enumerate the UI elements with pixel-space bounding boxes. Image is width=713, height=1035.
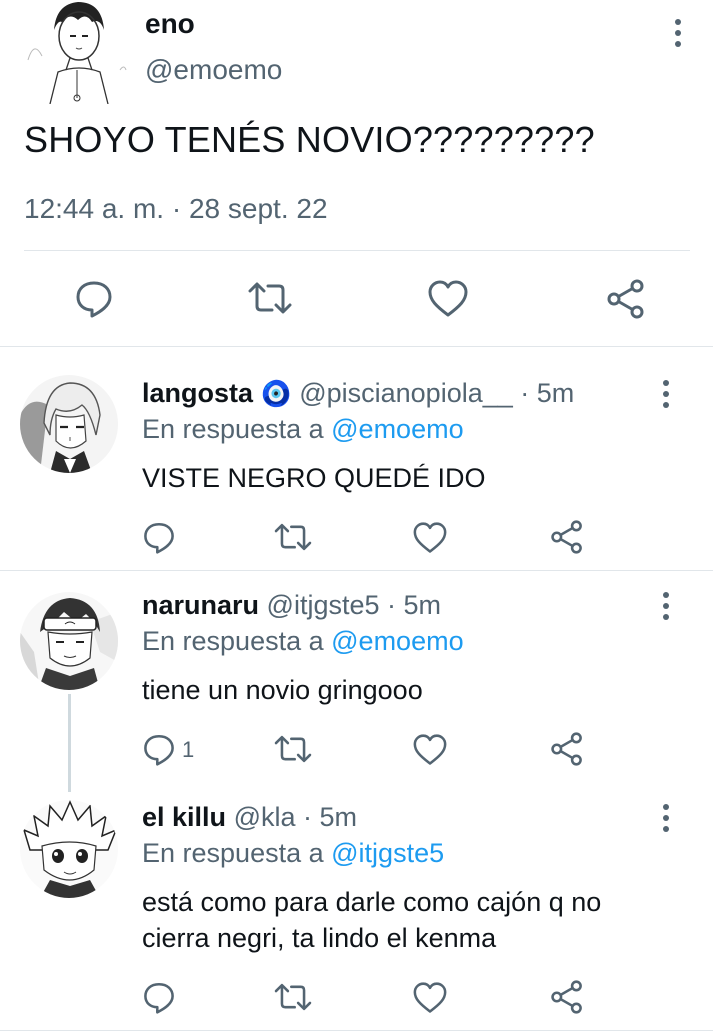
author-name[interactable]: narunaru xyxy=(142,590,259,620)
author-handle[interactable]: @emoemo xyxy=(145,54,282,86)
reply-prefix: En respuesta a xyxy=(142,838,324,868)
tweet-time: · 5m xyxy=(387,590,442,620)
tweet-time: · 5m xyxy=(520,378,575,408)
retweet-icon[interactable] xyxy=(274,520,314,560)
share-icon[interactable] xyxy=(550,732,590,772)
reply-prefix: En respuesta a xyxy=(142,414,324,444)
avatar[interactable] xyxy=(20,800,118,898)
tweet-text: tiene un novio gringooo xyxy=(142,675,423,705)
avatar[interactable] xyxy=(20,0,132,104)
author-handle[interactable]: @itjgste5 xyxy=(267,590,380,620)
tweet-text: SHOYO TENÉS NOVIO????????? xyxy=(24,119,595,160)
reply-icon[interactable] xyxy=(142,980,176,1014)
like-icon[interactable] xyxy=(413,734,453,774)
reply-count: 1 xyxy=(182,737,195,762)
author-name[interactable]: langosta xyxy=(142,378,253,408)
author-name[interactable]: el killu xyxy=(142,802,226,832)
reply-to-link[interactable]: @emoemo xyxy=(331,626,463,656)
tweet-text: está como para darle como cajón q no cie… xyxy=(142,884,601,956)
tweet-text: VISTE NEGRO QUEDÉ IDO xyxy=(142,463,486,493)
like-icon[interactable] xyxy=(428,280,468,320)
share-icon[interactable] xyxy=(550,980,590,1020)
tweet-timestamp[interactable]: 12:44 a. m. · 28 sept. 22 xyxy=(24,193,328,225)
like-icon[interactable] xyxy=(413,982,453,1022)
divider xyxy=(0,1030,713,1031)
emoji: 🧿 xyxy=(260,380,292,408)
reply-to-link[interactable]: @emoemo xyxy=(331,414,463,444)
more-icon[interactable] xyxy=(652,589,680,623)
share-icon[interactable] xyxy=(606,279,646,319)
author-handle[interactable]: @piscianopiola__ xyxy=(299,378,513,408)
divider xyxy=(0,570,713,571)
like-icon[interactable] xyxy=(413,522,453,562)
more-icon[interactable] xyxy=(664,16,692,50)
thread-line xyxy=(68,694,71,792)
avatar[interactable] xyxy=(20,375,118,473)
author-handle[interactable]: @kla xyxy=(234,802,296,832)
divider xyxy=(0,346,713,347)
reply-prefix: En respuesta a xyxy=(142,626,324,656)
tweet-text-line: está como para darle como cajón q no xyxy=(142,887,602,917)
share-icon[interactable] xyxy=(550,520,590,560)
divider xyxy=(24,250,690,251)
avatar[interactable] xyxy=(20,592,118,690)
more-icon[interactable] xyxy=(652,801,680,835)
author-name[interactable]: eno xyxy=(145,8,195,40)
tweet-text-line: cierra negri, ta lindo el kenma xyxy=(142,923,497,953)
tweet-time: · 5m xyxy=(303,802,358,832)
reply-icon[interactable] xyxy=(142,520,176,554)
more-icon[interactable] xyxy=(652,377,680,411)
retweet-icon[interactable] xyxy=(274,980,314,1020)
reply-to-link[interactable]: @itjgste5 xyxy=(331,838,444,868)
retweet-icon[interactable] xyxy=(274,732,314,772)
reply-icon[interactable] xyxy=(74,278,114,318)
reply-icon[interactable] xyxy=(142,732,176,766)
retweet-icon[interactable] xyxy=(248,278,292,318)
